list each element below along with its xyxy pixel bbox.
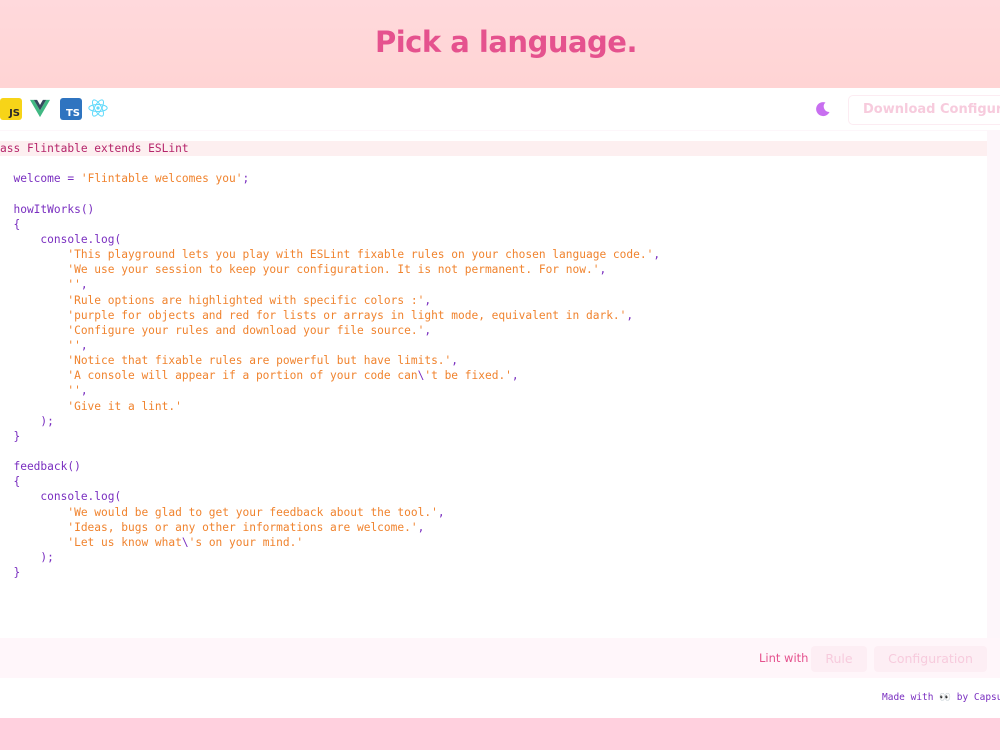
code-line: '', (0, 383, 88, 398)
code-token: { (0, 217, 21, 231)
code-line: 'A console will appear if a portion of y… (0, 368, 519, 383)
code-token: } (0, 566, 21, 580)
code-token: feedback() (0, 460, 81, 474)
code-line: 'Give it a lint.' (0, 399, 182, 414)
javascript-badge: JS (9, 108, 20, 119)
code-line: ass Flintable extends ESLint (0, 141, 189, 156)
code-token: 'A console will appear if a portion of y… (0, 369, 418, 383)
code-line: ); (0, 414, 54, 429)
code-line: 'Configure your rules and download your … (0, 323, 431, 338)
download-configuration-button[interactable]: Download Configuration (848, 95, 1000, 125)
code-token: 'Ideas, bugs or any other informations a… (0, 520, 418, 534)
code-token: '' (0, 278, 81, 292)
code-line: } (0, 429, 20, 444)
typescript-badge: TS (65, 108, 80, 119)
code-token: 'purple for objects and red for lists or… (0, 308, 627, 322)
vue-icon[interactable] (30, 98, 52, 120)
code-token: 't be fixed.' (424, 369, 512, 383)
bottom-bar (0, 718, 1000, 750)
code-line: 'purple for objects and red for lists or… (0, 308, 633, 323)
vue-logo (30, 99, 50, 118)
react-icon[interactable] (88, 98, 110, 120)
code-token: 'Let us know what (0, 535, 182, 549)
code-token: 'Configure your rules and download your … (0, 323, 425, 337)
code-token: 'Give it a lint.' (0, 399, 182, 413)
code-token: , (80, 384, 88, 398)
code-line: feedback() (0, 459, 81, 474)
code-token: , (451, 354, 459, 368)
code-editor[interactable]: ass Flintable extends ESLint welcome = '… (0, 131, 987, 639)
code-token: ); (0, 414, 54, 428)
code-token: 'This playground lets you play with ESLi… (0, 248, 654, 262)
lint-rule-button[interactable]: Rule (811, 646, 867, 672)
moon-shape (816, 102, 830, 117)
code-token: { (0, 475, 21, 489)
code-token: , (424, 293, 432, 307)
code-token: 'We would be glad to get your feedback a… (0, 505, 438, 519)
code-line: '', (0, 277, 88, 292)
code-token: , (653, 248, 661, 262)
code-token: ass Flintable extends ESLint (0, 142, 189, 155)
code-token: welcome (0, 172, 68, 186)
code-token: 'Flintable welcomes you' (80, 172, 243, 186)
moon-icon[interactable] (815, 101, 831, 117)
code-token: '' (0, 338, 81, 352)
code-line: console.log( (0, 232, 121, 247)
code-token: , (80, 278, 88, 292)
code-line: { (0, 474, 20, 489)
code-line: } (0, 565, 20, 580)
page-title: Pick a language. (374, 25, 638, 59)
code-token: howItWorks() (0, 202, 95, 216)
code-line: 'We would be glad to get your feedback a… (0, 505, 445, 520)
react-logo (88, 99, 108, 117)
code-token: ; (242, 172, 250, 186)
code-token: 's on your mind.' (188, 535, 304, 549)
code-line: 'We use your session to keep your config… (0, 262, 606, 277)
code-token: } (0, 429, 21, 443)
code-line: 'Let us know what\'s on your mind.' (0, 535, 303, 550)
toolbar: JS TS Download Configuration (0, 88, 1000, 130)
lint-bar: Lint with Rule Configuration (0, 638, 1000, 678)
made-with-credit: Made with 👀 by Capsu (882, 692, 1000, 703)
typescript-icon[interactable]: TS (60, 98, 82, 120)
code-token: , (626, 308, 634, 322)
code-token: , (599, 263, 607, 277)
code-token: console.log( (0, 232, 122, 246)
javascript-icon[interactable]: JS (0, 98, 22, 120)
code-line: 'Notice that fixable rules are powerful … (0, 353, 458, 368)
code-token: console.log( (0, 490, 122, 504)
code-line: 'This playground lets you play with ESLi… (0, 247, 660, 262)
code-token: , (80, 338, 88, 352)
code-token: 'Notice that fixable rules are powerful … (0, 354, 452, 368)
code-line: 'Rule options are highlighted with speci… (0, 293, 431, 308)
code-token: '' (0, 384, 81, 398)
code-token: , (437, 505, 445, 519)
code-token: , (424, 323, 432, 337)
code-line: howItWorks() (0, 202, 94, 217)
code-token: , (511, 369, 519, 383)
lint-with-label: Lint with (759, 651, 809, 665)
code-token: \ (181, 535, 189, 549)
code-line: '', (0, 338, 88, 353)
code-token: 'Rule options are highlighted with speci… (0, 293, 425, 307)
lint-configuration-button[interactable]: Configuration (874, 646, 987, 672)
page-header: Pick a language. (0, 0, 1000, 88)
code-token: , (417, 520, 425, 534)
playground-panel: JS TS Download Configuration (0, 88, 1000, 718)
code-line: { (0, 217, 20, 232)
code-line: welcome = 'Flintable welcomes you'; (0, 171, 249, 186)
code-token: ); (0, 551, 54, 565)
code-line: console.log( (0, 489, 121, 504)
code-token: 'We use your session to keep your config… (0, 263, 600, 277)
code-line: 'Ideas, bugs or any other informations a… (0, 520, 424, 535)
code-token: = (67, 172, 81, 186)
code-line: ); (0, 550, 54, 565)
